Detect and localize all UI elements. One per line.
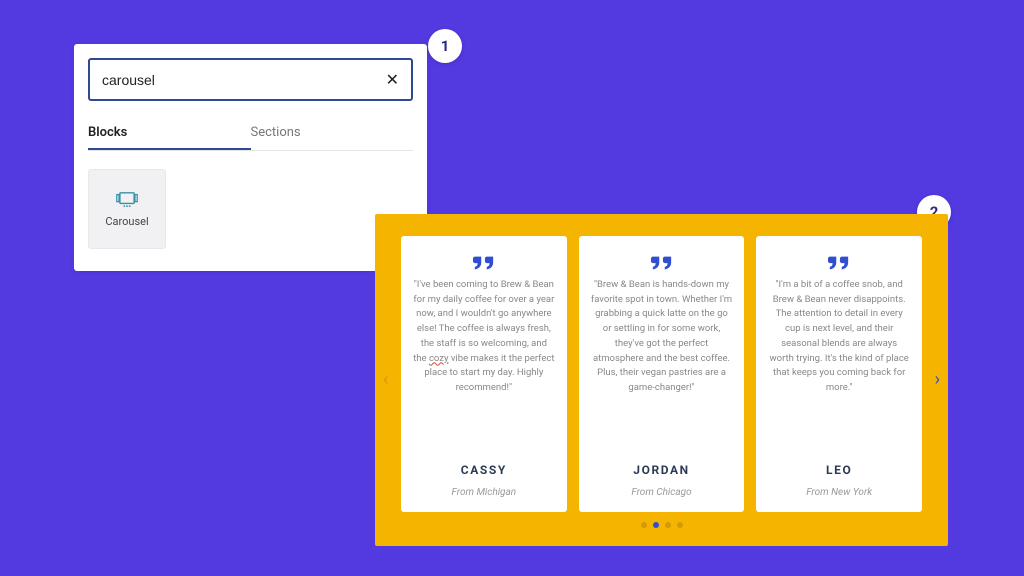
quote-icon bbox=[473, 256, 495, 272]
quote-icon bbox=[651, 256, 673, 272]
tabs: Blocks Sections bbox=[88, 117, 413, 151]
testimonial-text: "I've been coming to Brew & Bean for my … bbox=[413, 278, 555, 453]
testimonial-name: CASSY bbox=[461, 463, 507, 477]
block-item-carousel[interactable]: Carousel bbox=[88, 169, 166, 249]
carousel-icon bbox=[116, 191, 138, 207]
search-input[interactable] bbox=[102, 72, 386, 88]
step-badge-1: 1 bbox=[428, 29, 462, 63]
carousel-dot[interactable] bbox=[677, 522, 683, 528]
testimonial-location: From New York bbox=[806, 487, 872, 498]
testimonial-name: JORDAN bbox=[633, 463, 689, 477]
carousel-dot[interactable] bbox=[641, 522, 647, 528]
carousel-dot[interactable] bbox=[653, 522, 659, 528]
testimonial-card: "Brew & Bean is hands-down my favorite s… bbox=[579, 236, 745, 512]
clear-icon[interactable]: ✕ bbox=[386, 70, 399, 89]
carousel-dots bbox=[401, 522, 922, 528]
testimonial-location: From Chicago bbox=[631, 487, 691, 498]
carousel-preview: ‹ › "I've been coming to Brew & Bean for… bbox=[375, 214, 948, 546]
block-item-label: Carousel bbox=[105, 215, 148, 228]
tab-sections[interactable]: Sections bbox=[251, 117, 414, 150]
block-grid: Carousel bbox=[88, 151, 413, 257]
carousel-dot[interactable] bbox=[665, 522, 671, 528]
testimonial-name: LEO bbox=[826, 463, 852, 477]
search-box[interactable]: ✕ bbox=[88, 58, 413, 101]
carousel-prev-icon[interactable]: ‹ bbox=[383, 371, 388, 389]
testimonial-card: "I'm a bit of a coffee snob, and Brew & … bbox=[756, 236, 922, 512]
testimonial-text: "I'm a bit of a coffee snob, and Brew & … bbox=[768, 278, 910, 453]
carousel-next-icon[interactable]: › bbox=[935, 371, 940, 389]
carousel-cards: "I've been coming to Brew & Bean for my … bbox=[401, 236, 922, 512]
tab-blocks[interactable]: Blocks bbox=[88, 117, 251, 150]
testimonial-location: From Michigan bbox=[452, 487, 517, 498]
testimonial-card: "I've been coming to Brew & Bean for my … bbox=[401, 236, 567, 512]
quote-icon bbox=[828, 256, 850, 272]
testimonial-text: "Brew & Bean is hands-down my favorite s… bbox=[591, 278, 733, 453]
